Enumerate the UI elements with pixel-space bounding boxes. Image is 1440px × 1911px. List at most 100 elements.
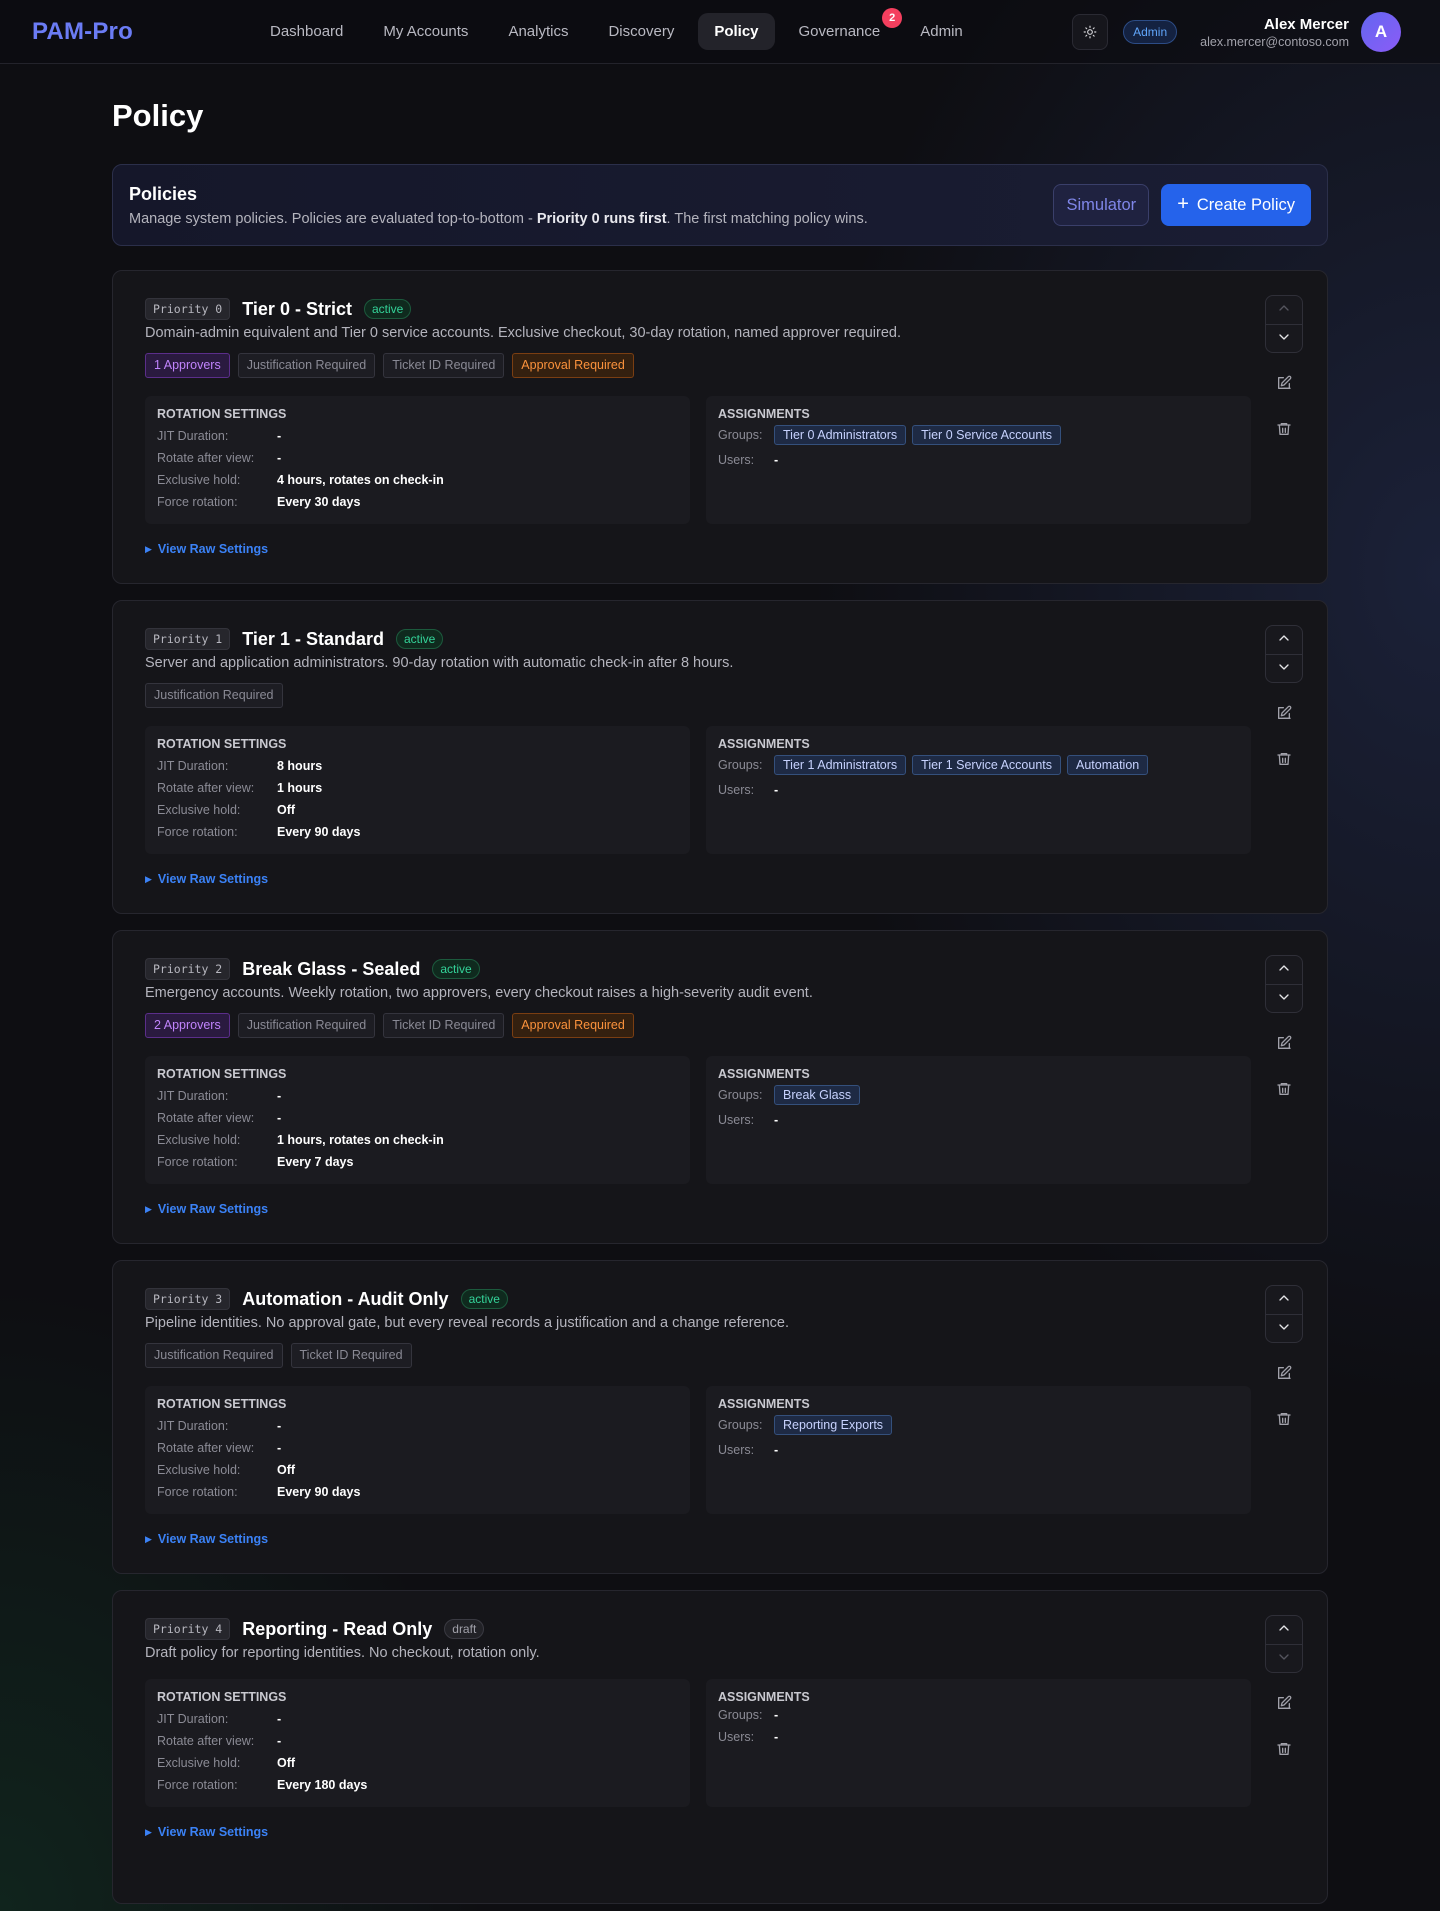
- setting-label: JIT Duration:: [157, 1712, 229, 1726]
- groups-row: Groups: Tier 0 Administrators Tier 0 Servi…: [718, 425, 1239, 445]
- priority-badge: Priority 3: [145, 1288, 231, 1310]
- view-raw-settings-toggle[interactable]: ▶ View Raw Settings: [145, 1825, 1295, 1839]
- move-up-button[interactable]: [1266, 1616, 1302, 1644]
- view-raw-settings-toggle[interactable]: ▶ View Raw Settings: [145, 1532, 1295, 1546]
- nav-analytics[interactable]: Analytics: [492, 13, 584, 50]
- move-down-button[interactable]: [1266, 1313, 1302, 1343]
- edit-policy-button[interactable]: [1269, 369, 1299, 399]
- setting-row-force-rotation: Force rotation: Every 90 days: [157, 821, 678, 843]
- create-policy-button[interactable]: + Create Policy: [1161, 184, 1311, 226]
- setting-label: Rotate after view:: [157, 1111, 255, 1125]
- policy-description: Server and application administrators. 9…: [145, 655, 734, 671]
- setting-value: Off: [277, 1463, 296, 1477]
- edit-policy-button[interactable]: [1269, 699, 1299, 729]
- policy-description: Draft policy for reporting identities. N…: [145, 1645, 540, 1661]
- group-chips: Tier 1 Administrators Tier 1 Service Acco…: [774, 755, 1149, 775]
- group-chip[interactable]: Tier 1 Service Accounts: [912, 755, 1061, 775]
- setting-label: Force rotation:: [157, 495, 238, 509]
- assignments-title: ASSIGNMENTS: [718, 737, 810, 751]
- group-chip[interactable]: Tier 0 Service Accounts: [912, 425, 1061, 445]
- policy-list: Priority 0 Tier 0 - Strict active Domain-ad…: [112, 270, 1328, 1904]
- group-chip[interactable]: Tier 0 Administrators: [774, 425, 907, 445]
- setting-row-rotate-after-view: Rotate after view: 1 hours: [157, 777, 678, 799]
- group-chip[interactable]: Break Glass: [774, 1085, 861, 1105]
- users-row: Users: -: [718, 1730, 1239, 1744]
- app-logo[interactable]: PAM-Pro: [32, 18, 254, 46]
- avatar[interactable]: A: [1361, 12, 1401, 52]
- nav-governance[interactable]: Governance 2: [783, 8, 903, 50]
- nav-discovery[interactable]: Discovery: [592, 13, 690, 50]
- group-chip[interactable]: Reporting Exports: [774, 1415, 893, 1435]
- setting-value: -: [277, 1712, 282, 1726]
- users-value: -: [774, 453, 779, 467]
- delete-policy-button[interactable]: [1269, 745, 1299, 775]
- setting-label: Exclusive hold:: [157, 1133, 241, 1147]
- assignments: ASSIGNMENTS Groups: - Users: -: [706, 1679, 1251, 1807]
- status-badge: active: [395, 629, 444, 649]
- move-up-button[interactable]: [1266, 1286, 1302, 1314]
- user-email: alex.mercer@contoso.com: [1200, 34, 1349, 49]
- groups-value: -: [774, 1708, 779, 1722]
- setting-row-jit: JIT Duration: -: [157, 1708, 678, 1730]
- policy-header: Priority 0 Tier 0 - Strict active: [145, 295, 1295, 323]
- priority-badge: Priority 1: [145, 628, 231, 650]
- policy-header: Priority 1 Tier 1 - Standard active: [145, 625, 1295, 653]
- setting-value: 1 hours, rotates on check-in: [277, 1133, 444, 1147]
- policy-sections: ROTATION SETTINGS JIT Duration: - Rotate af…: [145, 1056, 1251, 1184]
- priority-badge: Priority 2: [145, 958, 231, 980]
- policy-sections: ROTATION SETTINGS JIT Duration: - Rotate af…: [145, 396, 1251, 524]
- delete-policy-button[interactable]: [1269, 1405, 1299, 1435]
- setting-label: JIT Duration:: [157, 1089, 229, 1103]
- view-raw-settings-toggle[interactable]: ▶ View Raw Settings: [145, 542, 1295, 556]
- group-chip[interactable]: Tier 1 Administrators: [774, 755, 907, 775]
- requirement-tag: Justification Required: [145, 1343, 283, 1368]
- setting-label: Exclusive hold:: [157, 803, 241, 817]
- simulator-button[interactable]: Simulator: [1053, 184, 1150, 226]
- setting-label: JIT Duration:: [157, 759, 229, 773]
- policy-controls: [1265, 1285, 1303, 1435]
- nav-admin[interactable]: Admin: [904, 13, 979, 50]
- setting-row-exclusive-hold: Exclusive hold: 4 hours, rotates on check…: [157, 469, 678, 491]
- setting-value: Every 90 days: [277, 1485, 361, 1499]
- edit-policy-button[interactable]: [1269, 1689, 1299, 1719]
- requirement-tag: Justification Required: [237, 1013, 376, 1038]
- view-raw-settings-toggle[interactable]: ▶ View Raw Settings: [145, 1202, 1295, 1216]
- page-title: Policy: [112, 98, 204, 133]
- move-down-button[interactable]: [1266, 323, 1302, 353]
- requirement-tag: Approval Required: [512, 1013, 634, 1038]
- nav-my-accounts[interactable]: My Accounts: [367, 13, 484, 50]
- groups-label: Groups:: [718, 1708, 763, 1722]
- move-down-button[interactable]: [1266, 983, 1302, 1013]
- nav-policy[interactable]: Policy: [698, 13, 775, 50]
- delete-policy-button[interactable]: [1269, 1075, 1299, 1105]
- policy-tags: 2 Approvers Justification Required Ticket …: [145, 1013, 1295, 1038]
- policy-card: Priority 1 Tier 1 - Standard active Server …: [112, 600, 1328, 914]
- policy-description: Domain-admin equivalent and Tier 0 servi…: [145, 325, 902, 341]
- priority-badge: Priority 0: [145, 298, 231, 320]
- setting-row-rotate-after-view: Rotate after view: -: [157, 1730, 678, 1752]
- move-down-button[interactable]: [1266, 653, 1302, 683]
- policy-description: Emergency accounts. Weekly rotation, two…: [145, 985, 813, 1001]
- move-up-button: [1266, 296, 1302, 324]
- policy-name: Tier 1 - Standard: [242, 628, 384, 649]
- edit-policy-button[interactable]: [1269, 1029, 1299, 1059]
- trash-icon: [1276, 1411, 1292, 1430]
- edit-policy-button[interactable]: [1269, 1359, 1299, 1389]
- nav-dashboard[interactable]: Dashboard: [254, 13, 359, 50]
- setting-label: Exclusive hold:: [157, 473, 241, 487]
- rotation-settings-title: ROTATION SETTINGS: [157, 1067, 287, 1081]
- move-up-button[interactable]: [1266, 956, 1302, 984]
- trash-icon: [1276, 421, 1292, 440]
- view-raw-settings-toggle[interactable]: ▶ View Raw Settings: [145, 872, 1295, 886]
- user-name: Alex Mercer: [1263, 15, 1349, 33]
- rotation-settings-title: ROTATION SETTINGS: [157, 1690, 287, 1704]
- move-up-button[interactable]: [1266, 626, 1302, 654]
- assignments: ASSIGNMENTS Groups: Break Glass Users: -: [706, 1056, 1251, 1184]
- rotation-settings-title: ROTATION SETTINGS: [157, 407, 287, 421]
- rotation-settings: ROTATION SETTINGS JIT Duration: - Rotate af…: [145, 1679, 690, 1807]
- theme-toggle-button[interactable]: [1072, 14, 1109, 50]
- delete-policy-button[interactable]: [1269, 415, 1299, 445]
- group-chip[interactable]: Automation: [1067, 755, 1149, 775]
- rotation-settings-title: ROTATION SETTINGS: [157, 1397, 287, 1411]
- delete-policy-button[interactable]: [1269, 1735, 1299, 1765]
